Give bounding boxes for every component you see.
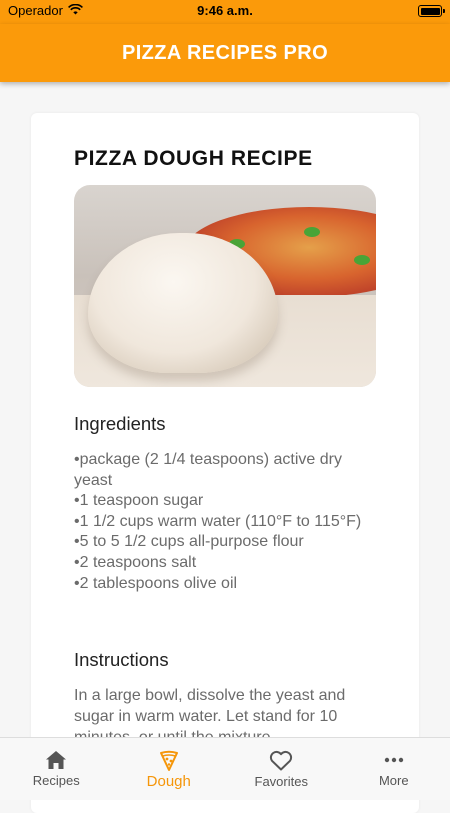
recipe-card: PIZZA DOUGH RECIPE Ingredients package (…	[31, 113, 419, 813]
tab-recipes[interactable]: Recipes	[0, 738, 113, 800]
bottom-tab-bar: Recipes Dough Favorites	[0, 737, 450, 800]
dough-photo	[74, 185, 376, 387]
tab-dough-label: Dough	[147, 773, 191, 790]
tab-recipes-label: Recipes	[33, 773, 80, 788]
tab-more-label: More	[379, 773, 409, 788]
ingredients-list: package (2 1/4 teaspoons) active dry yea…	[74, 450, 374, 594]
tab-favorites[interactable]: Favorites	[225, 738, 338, 800]
status-time: 9:46 a.m.	[0, 3, 450, 18]
ingredient-item: 5 to 5 1/2 cups all-purpose flour	[74, 532, 374, 553]
heart-icon	[269, 750, 293, 771]
tab-favorites-label: Favorites	[255, 774, 308, 789]
ingredient-item: 1 1/2 cups warm water (110°F to 115°F)	[74, 512, 374, 533]
battery-icon	[418, 5, 442, 17]
tab-dough[interactable]: Dough	[113, 738, 226, 800]
status-bar: Operador 9:46 a.m.	[0, 0, 450, 24]
home-icon	[45, 750, 67, 770]
tab-more[interactable]: More	[338, 738, 450, 800]
app-bar: PIZZA RECIPES PRO	[0, 24, 450, 82]
app-title: PIZZA RECIPES PRO	[122, 42, 328, 65]
recipe-title: PIZZA DOUGH RECIPE	[74, 147, 313, 171]
pizza-slice-icon	[158, 750, 180, 772]
ingredient-item: package (2 1/4 teaspoons) active dry yea…	[74, 450, 374, 491]
instructions-heading: Instructions	[74, 649, 169, 671]
ingredient-item: 2 tablespoons olive oil	[74, 574, 374, 595]
more-dots-icon	[383, 750, 405, 770]
ingredients-heading: Ingredients	[74, 413, 166, 435]
ingredient-item: 2 teaspoons salt	[74, 553, 374, 574]
ingredient-item: 1 teaspoon sugar	[74, 491, 374, 512]
